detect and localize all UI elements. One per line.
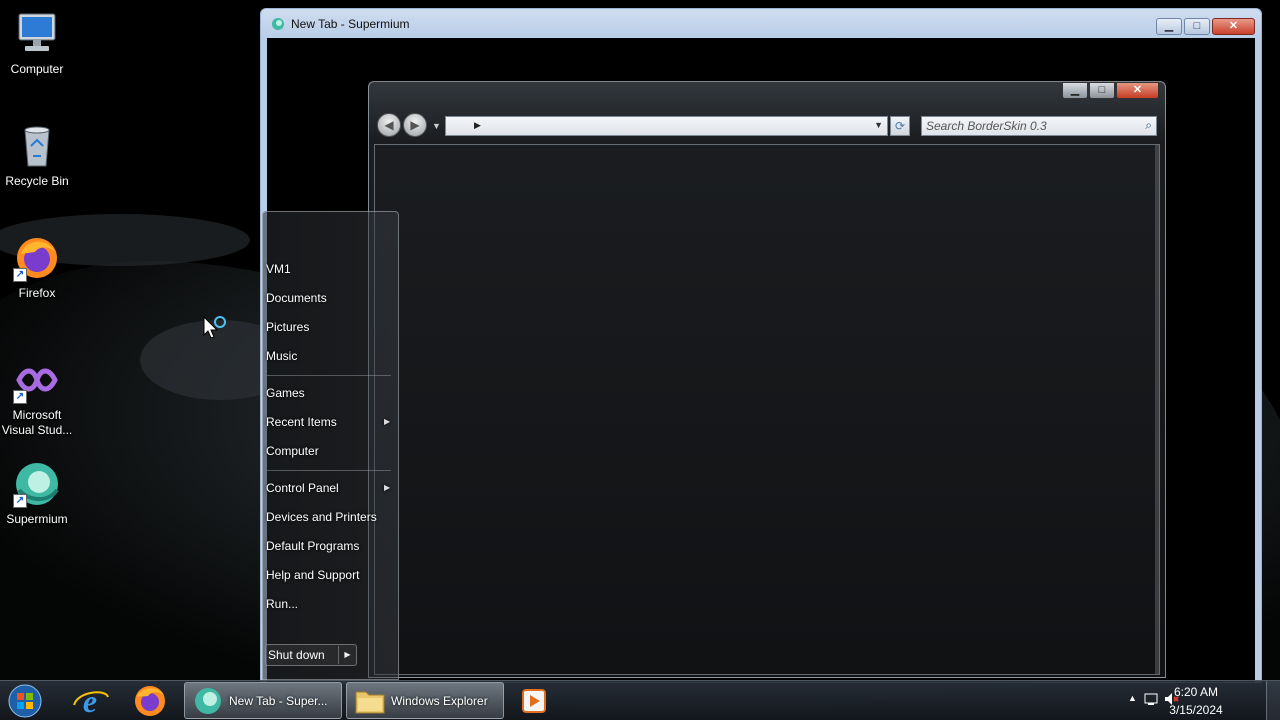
taskbar-button-windows-explorer[interactable]: Windows Explorer — [346, 682, 504, 719]
browser-caption-buttons: ▁ □ ✕ — [1156, 18, 1255, 35]
start-menu-item-pictures[interactable]: Pictures — [266, 320, 309, 334]
start-button[interactable] — [6, 683, 44, 719]
explorer-window[interactable]: ▁ □ ✕ ◀ ▶ ▼ ▶ ▼ ⟳ ⌕ — [368, 81, 1166, 678]
desktop-icon-recycle-bin[interactable]: Recycle Bin — [0, 122, 74, 189]
taskbar: e New Tab - Super... Windows Explorer ▲ — [0, 680, 1280, 720]
close-button[interactable]: ✕ — [1212, 18, 1255, 35]
start-menu-item-computer[interactable]: Computer — [266, 444, 319, 458]
desktop-icon-label: Recycle Bin — [5, 174, 69, 188]
browser-title-bar: New Tab - Supermium — [271, 17, 410, 31]
chevron-right-icon: ▶ — [384, 417, 391, 426]
start-menu-item-run[interactable]: Run... — [266, 597, 298, 611]
taskbar-button-supermium[interactable]: New Tab - Super... — [184, 682, 342, 719]
back-button[interactable]: ◀ — [377, 113, 401, 137]
start-menu-item-help-and-support[interactable]: Help and Support — [266, 568, 359, 582]
start-menu-item-recent-items[interactable]: Recent Items ▶ — [266, 415, 390, 429]
minimize-button[interactable]: ▁ — [1156, 18, 1182, 35]
menu-separator — [267, 470, 391, 471]
start-menu-item-music[interactable]: Music — [266, 349, 297, 363]
chevron-down-icon[interactable]: ▼ — [874, 120, 883, 130]
start-menu-item-documents[interactable]: Documents — [266, 291, 327, 305]
firefox-icon: ↗ — [13, 234, 61, 282]
busy-cursor-icon — [203, 315, 233, 346]
media-player-icon — [522, 689, 546, 713]
firefox-icon — [135, 686, 165, 716]
folder-icon — [355, 691, 385, 714]
explorer-nav-bar: ◀ ▶ ▼ ▶ ▼ ⟳ ⌕ — [377, 113, 1157, 139]
forward-button[interactable]: ▶ — [403, 113, 427, 137]
system-tray: ▲ 6:20 AM 3/15/2024 — [1120, 681, 1280, 720]
computer-icon — [13, 10, 61, 58]
recent-pages-dropdown-icon[interactable]: ▼ — [432, 121, 441, 131]
explorer-caption-buttons: ▁ □ ✕ — [1062, 82, 1159, 99]
start-menu: VM1 Documents Pictures Music Games Recen… — [262, 211, 399, 680]
visual-studio-icon: ↗ — [13, 356, 61, 404]
maximize-button[interactable]: □ — [1089, 82, 1115, 99]
search-icon[interactable]: ⌕ — [1145, 118, 1152, 133]
start-menu-item-games[interactable]: Games — [266, 386, 305, 400]
shutdown-button[interactable]: Shut down ▶ — [265, 644, 357, 666]
explorer-content-pane — [374, 144, 1160, 675]
close-button[interactable]: ✕ — [1116, 82, 1159, 99]
shortcut-arrow-icon: ↗ — [13, 494, 27, 508]
breadcrumb-arrow-icon[interactable]: ▶ — [474, 120, 481, 131]
desktop-icon-firefox[interactable]: ↗ Firefox — [0, 234, 74, 301]
show-desktop-button[interactable] — [1266, 681, 1280, 720]
clock-time[interactable]: 6:20 AM — [1161, 685, 1231, 699]
minimize-button[interactable]: ▁ — [1062, 82, 1088, 99]
start-menu-item-default-programs[interactable]: Default Programs — [266, 539, 359, 553]
desktop-icon-label: Firefox — [18, 286, 56, 300]
chevron-right-icon: ▶ — [384, 483, 391, 492]
desktop-icon-supermium[interactable]: ↗ Supermium — [0, 460, 74, 527]
internet-explorer-icon: e — [73, 683, 109, 719]
maximize-button[interactable]: □ — [1184, 18, 1210, 35]
taskbar-button-label: Windows Explorer — [391, 694, 488, 708]
desktop-icon-label: Supermium — [6, 512, 68, 526]
start-menu-item-devices-and-printers[interactable]: Devices and Printers — [266, 510, 377, 524]
supermium-icon — [272, 18, 284, 30]
taskbar-pin-media-player[interactable] — [506, 683, 562, 719]
taskbar-button-label: New Tab - Super... — [229, 694, 328, 708]
svg-text:e: e — [83, 683, 97, 719]
desktop-icon-label: Microsoft Visual Stud... — [1, 408, 73, 437]
start-menu-item-user[interactable]: VM1 — [266, 262, 291, 276]
supermium-icon — [195, 688, 221, 714]
address-bar[interactable]: ▶ ▼ — [445, 116, 888, 136]
refresh-button[interactable]: ⟳ — [890, 116, 910, 136]
supermium-icon: ↗ — [13, 460, 61, 508]
shortcut-arrow-icon: ↗ — [13, 268, 27, 282]
show-hidden-icons-icon[interactable]: ▲ — [1128, 693, 1137, 703]
recycle-bin-icon — [13, 122, 61, 170]
start-menu-item-control-panel[interactable]: Control Panel ▶ — [266, 481, 390, 495]
window-title: New Tab - Supermium — [291, 17, 410, 31]
clock-date[interactable]: 3/15/2024 — [1161, 703, 1231, 717]
search-input[interactable] — [922, 117, 1122, 135]
shortcut-arrow-icon: ↗ — [13, 390, 27, 404]
desktop-icon-visual-studio[interactable]: ↗ Microsoft Visual Stud... — [0, 356, 74, 438]
search-box[interactable]: ⌕ — [921, 116, 1157, 136]
desktop-icon-computer[interactable]: Computer — [0, 10, 74, 77]
taskbar-pin-internet-explorer[interactable]: e — [62, 683, 118, 719]
scrollbar[interactable] — [1155, 145, 1159, 674]
desktop-icon-label: Computer — [10, 62, 64, 76]
shutdown-options-arrow[interactable]: ▶ — [338, 646, 356, 664]
menu-separator — [267, 375, 391, 376]
shutdown-label: Shut down — [268, 648, 325, 662]
action-center-icon[interactable] — [1144, 692, 1158, 709]
taskbar-pin-firefox[interactable] — [122, 683, 178, 719]
